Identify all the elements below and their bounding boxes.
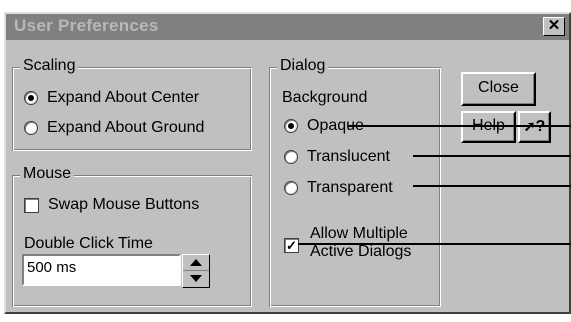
title-bar[interactable]: User Preferences ✕	[6, 14, 569, 40]
callout-line-translucent	[413, 155, 571, 157]
spin-down-button[interactable]	[183, 271, 209, 287]
radio-indicator[interactable]	[284, 150, 298, 164]
radio-indicator-selected[interactable]	[24, 91, 38, 105]
dialog-legend: Dialog	[277, 57, 329, 75]
help-button[interactable]: Help	[461, 111, 516, 143]
close-icon: ✕	[547, 17, 561, 34]
window-title: User Preferences	[14, 16, 159, 35]
double-click-time-spinner[interactable]	[182, 254, 210, 288]
radio-label: Transparent	[307, 179, 393, 196]
radio-label: Translucent	[307, 148, 390, 165]
double-click-time-label: Double Click Time	[24, 235, 153, 252]
allow-multiple-line2: Active Dialogs	[310, 243, 412, 260]
mouse-group: Mouse Swap Mouse Buttons Double Click Ti…	[12, 165, 252, 307]
close-button-label: Close	[478, 79, 519, 96]
allow-multiple-line1: Allow Multiple	[310, 225, 408, 242]
arrow-down-icon	[190, 275, 202, 282]
swap-mouse-buttons-checkbox[interactable]: Swap Mouse Buttons	[24, 196, 199, 214]
spin-up-button[interactable]	[183, 255, 209, 271]
user-preferences-dialog: User Preferences ✕ Scaling Expand About …	[4, 12, 571, 314]
checkbox-box[interactable]	[24, 197, 39, 213]
double-click-time-input[interactable]: 500 ms	[22, 254, 181, 286]
scaling-group: Scaling Expand About Center Expand About…	[12, 57, 252, 151]
callout-line-transparent	[413, 185, 571, 187]
allow-multiple-dialogs-checkbox[interactable]: ✓ Allow Multiple Active Dialogs	[284, 225, 434, 269]
window-close-button[interactable]: ✕	[543, 17, 565, 36]
callout-line-allow-multiple	[298, 243, 571, 245]
arrow-up-icon	[190, 259, 202, 266]
close-button[interactable]: Close	[461, 72, 536, 106]
radio-transparent[interactable]: Transparent	[284, 179, 393, 197]
mouse-legend: Mouse	[20, 165, 75, 183]
radio-indicator-selected[interactable]	[284, 119, 298, 133]
radio-indicator[interactable]	[24, 121, 38, 135]
radio-label: Expand About Center	[47, 89, 200, 106]
radio-label: Expand About Ground	[47, 119, 205, 136]
radio-indicator[interactable]	[284, 181, 298, 195]
radio-translucent[interactable]: Translucent	[284, 148, 390, 166]
checkbox-box-checked[interactable]: ✓	[284, 238, 299, 253]
callout-line-opaque	[348, 125, 571, 127]
radio-expand-about-center[interactable]: Expand About Center	[24, 89, 199, 107]
dialog-group: Dialog Background Opaque Translucent Tra…	[269, 57, 441, 307]
whats-this-button[interactable]: ➚?	[518, 111, 551, 143]
radio-expand-about-ground[interactable]: Expand About Ground	[24, 119, 204, 137]
scaling-legend: Scaling	[20, 57, 79, 75]
background-label: Background	[282, 89, 368, 106]
checkbox-label: Swap Mouse Buttons	[48, 196, 200, 213]
